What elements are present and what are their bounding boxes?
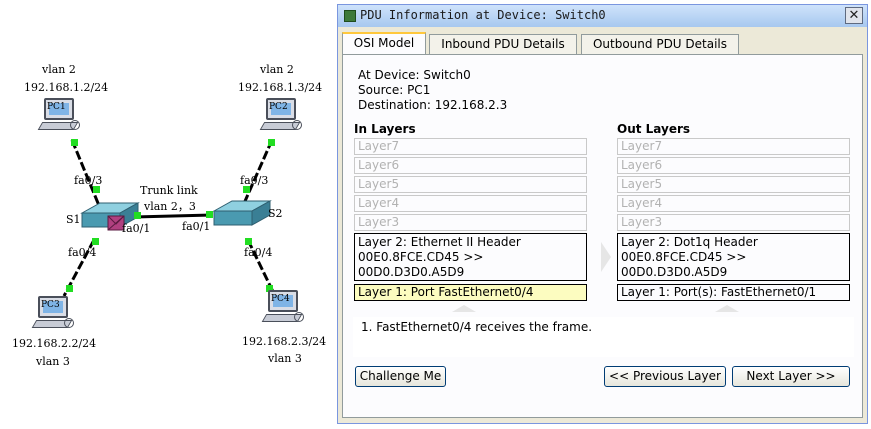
trunk-link-label: Trunk link bbox=[140, 184, 198, 197]
tab-osi-model[interactable]: OSI Model bbox=[342, 32, 426, 55]
in-layer6[interactable]: Layer6 bbox=[354, 157, 587, 174]
pc1-computer-icon[interactable]: PC1 bbox=[37, 98, 80, 138]
s2-fa03-label: fa0/3 bbox=[240, 174, 269, 187]
switch-s1-hit[interactable] bbox=[82, 200, 138, 228]
close-button[interactable]: ✕ bbox=[845, 7, 863, 24]
led-pc2 bbox=[268, 139, 275, 146]
layer-description-box: 1. FastEthernet0/4 receives the frame. bbox=[353, 317, 854, 357]
s2-fa04-label: fa0/4 bbox=[244, 246, 273, 259]
out-layers-header: Out Layers bbox=[617, 122, 691, 136]
trunk-vlans-label: vlan 2，3 bbox=[144, 200, 196, 213]
out-layer5[interactable]: Layer5 bbox=[617, 176, 850, 193]
in-layer7[interactable]: Layer7 bbox=[354, 138, 587, 155]
pc1-name: PC1 bbox=[47, 102, 66, 112]
source-text: Source: PC1 bbox=[358, 83, 431, 97]
pdu-information-dialog: PDU Information at Device: Switch0 ✕ OSI… bbox=[337, 4, 868, 424]
in-collapse-chevron-icon bbox=[452, 305, 476, 312]
in-layer5[interactable]: Layer5 bbox=[354, 176, 587, 193]
in-layer2[interactable]: Layer 2: Ethernet II Header 00E0.8FCE.CD… bbox=[354, 233, 587, 281]
pc4-computer-icon[interactable]: PC4 bbox=[261, 290, 304, 330]
out-layer6[interactable]: Layer6 bbox=[617, 157, 850, 174]
pc3-ip-label: 192.168.2.2/24 bbox=[12, 337, 97, 350]
led-s1-fa03 bbox=[93, 186, 100, 193]
in-layer1[interactable]: Layer 1: Port FastEthernet0/4 bbox=[354, 284, 587, 301]
pc1-vlan-label: vlan 2 bbox=[42, 63, 76, 76]
layer-description-text: 1. FastEthernet0/4 receives the frame. bbox=[361, 320, 593, 334]
s1-fa03-label: fa0/3 bbox=[74, 174, 103, 187]
in-layer2-src-mac: 00E0.8FCE.CD45 >> bbox=[358, 250, 484, 264]
out-layer1[interactable]: Layer 1: Port(s): FastEthernet0/1 bbox=[617, 284, 850, 301]
pc3-name: PC3 bbox=[41, 300, 60, 310]
pc2-computer-icon[interactable]: PC2 bbox=[259, 98, 302, 138]
challenge-me-button[interactable]: Challenge Me bbox=[355, 366, 446, 387]
pc2-name: PC2 bbox=[269, 102, 288, 112]
in-layers-header: In Layers bbox=[354, 122, 416, 136]
pc4-vlan-label: vlan 3 bbox=[268, 352, 302, 365]
led-pc3 bbox=[66, 285, 73, 292]
s2-label: S2 bbox=[268, 207, 283, 220]
in-layer2-header: Layer 2: Ethernet II Header bbox=[358, 235, 521, 249]
at-device-text: At Device: Switch0 bbox=[358, 68, 471, 82]
in-to-out-arrow-icon bbox=[601, 242, 611, 272]
destination-text: Destination: 192.168.2.3 bbox=[358, 98, 508, 112]
osi-model-panel: At Device: Switch0 Source: PC1 Destinati… bbox=[342, 54, 863, 418]
tab-inbound-pdu-details[interactable]: Inbound PDU Details bbox=[429, 34, 577, 54]
in-layer2-dst-mac: 00D0.D3D0.A5D9 bbox=[358, 265, 465, 279]
pc3-vlan-label: vlan 3 bbox=[36, 355, 70, 368]
pc3-computer-icon[interactable]: PC3 bbox=[31, 296, 74, 336]
switch-s2-hit[interactable] bbox=[214, 198, 270, 226]
out-layer7[interactable]: Layer7 bbox=[617, 138, 850, 155]
pc2-vlan-label: vlan 2 bbox=[260, 63, 294, 76]
app-icon bbox=[344, 10, 356, 22]
dialog-title: PDU Information at Device: Switch0 bbox=[360, 8, 606, 22]
s2-fa01-label: fa0/1 bbox=[182, 220, 211, 233]
s1-label: S1 bbox=[66, 213, 81, 226]
in-layer3[interactable]: Layer3 bbox=[354, 214, 587, 231]
pc4-ip-label: 192.168.2.3/24 bbox=[242, 335, 327, 348]
led-pc1 bbox=[71, 139, 78, 146]
pc4-name: PC4 bbox=[271, 294, 290, 304]
network-topology: vlan 2 192.168.1.2/24 PC1 fa0/3 vlan 2 1… bbox=[0, 0, 340, 429]
trunk-link bbox=[133, 213, 213, 219]
led-s2-fa01 bbox=[206, 211, 213, 218]
out-layer2-dst-mac: 00D0.D3D0.A5D9 bbox=[621, 265, 728, 279]
previous-layer-button[interactable]: << Previous Layer bbox=[604, 366, 726, 387]
out-layer4[interactable]: Layer4 bbox=[617, 195, 850, 212]
dialog-title-bar[interactable]: PDU Information at Device: Switch0 ✕ bbox=[338, 5, 867, 27]
led-s2-fa04 bbox=[245, 238, 252, 245]
s1-fa04-label: fa0/4 bbox=[68, 246, 97, 259]
pc2-ip-label: 192.168.1.3/24 bbox=[238, 81, 323, 94]
close-icon: ✕ bbox=[848, 8, 860, 23]
led-s1-fa04 bbox=[92, 238, 99, 245]
out-collapse-chevron-icon bbox=[715, 305, 739, 312]
out-layer2-src-mac: 00E0.8FCE.CD45 >> bbox=[621, 250, 747, 264]
next-layer-button[interactable]: Next Layer >> bbox=[732, 366, 850, 387]
out-layer3[interactable]: Layer3 bbox=[617, 214, 850, 231]
in-layer4[interactable]: Layer4 bbox=[354, 195, 587, 212]
out-layer2-header: Layer 2: Dot1q Header bbox=[621, 235, 758, 249]
out-layer2[interactable]: Layer 2: Dot1q Header 00E0.8FCE.CD45 >> … bbox=[617, 233, 850, 281]
pc1-ip-label: 192.168.1.2/24 bbox=[24, 81, 109, 94]
led-s2-fa03 bbox=[243, 186, 250, 193]
tab-outbound-pdu-details[interactable]: Outbound PDU Details bbox=[581, 34, 739, 54]
